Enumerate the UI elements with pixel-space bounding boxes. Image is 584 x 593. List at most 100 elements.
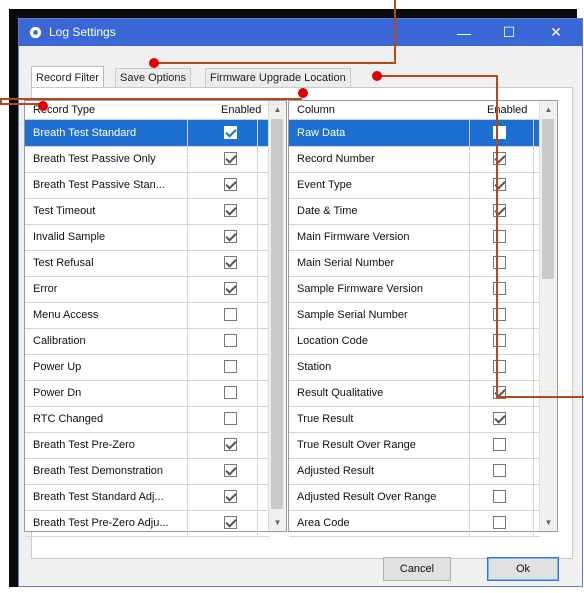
enabled-checkbox[interactable] [224, 126, 237, 139]
tab-firmware-upgrade-location[interactable]: Firmware Upgrade Location [205, 68, 351, 88]
chevron-up-icon[interactable]: ▲ [269, 101, 286, 118]
enabled-checkbox[interactable] [493, 282, 506, 295]
table-row[interactable]: Power Dn [25, 380, 269, 407]
table-row[interactable]: Calibration [25, 328, 269, 355]
table-row[interactable]: Breath Test Demonstration [25, 458, 269, 485]
column-column-header[interactable]: Column [297, 104, 335, 116]
table-row[interactable]: Sample Serial Number [289, 302, 540, 329]
enabled-checkbox[interactable] [224, 230, 237, 243]
enabled-checkbox[interactable] [224, 178, 237, 191]
cancel-button[interactable]: Cancel [383, 557, 451, 581]
table-row[interactable]: Breath Test Pre-Zero Adju... [25, 510, 269, 537]
table-row[interactable]: Sample Firmware Version [289, 276, 540, 303]
enabled-checkbox[interactable] [493, 178, 506, 191]
enabled-checkbox[interactable] [224, 360, 237, 373]
column-divider [187, 328, 188, 354]
chevron-down-icon[interactable]: ▼ [269, 514, 286, 531]
enabled-checkbox[interactable] [224, 282, 237, 295]
row-label: Area Code [297, 517, 350, 529]
enabled-checkbox[interactable] [224, 490, 237, 503]
enabled-checkbox[interactable] [224, 308, 237, 321]
table-row[interactable]: True Result Over Range [289, 432, 540, 459]
enabled-checkbox[interactable] [224, 152, 237, 165]
table-row[interactable]: Breath Test Standard [25, 120, 269, 147]
column-divider [187, 198, 188, 224]
table-row[interactable]: Breath Test Passive Only [25, 146, 269, 173]
enabled-checkbox[interactable] [493, 126, 506, 139]
column-divider [257, 250, 258, 276]
record-type-grid[interactable]: Record Type Enabled Breath Test Standard… [24, 100, 287, 537]
table-row[interactable]: Test Refusal [25, 250, 269, 277]
table-row[interactable]: Result Qualitative [289, 380, 540, 407]
table-row[interactable]: Date & Time [289, 198, 540, 225]
table-row[interactable]: Error [25, 276, 269, 303]
table-row[interactable]: Power Up [25, 354, 269, 381]
tab-record-filter[interactable]: Record Filter [31, 66, 104, 89]
table-row[interactable]: Raw Data [289, 120, 540, 147]
chevron-up-icon[interactable]: ▲ [540, 101, 557, 118]
scroll-thumb[interactable] [271, 119, 283, 509]
table-row[interactable]: Menu Access [25, 302, 269, 329]
enabled-checkbox[interactable] [493, 490, 506, 503]
enabled-checkbox[interactable] [493, 152, 506, 165]
table-row[interactable]: Record Number [289, 146, 540, 173]
enabled-checkbox[interactable] [493, 412, 506, 425]
enabled-checkbox[interactable] [493, 256, 506, 269]
column-divider [469, 406, 470, 432]
table-row[interactable]: Adjusted Result Over Range [289, 484, 540, 511]
close-button[interactable]: ✕ [538, 19, 574, 46]
table-row[interactable]: Location Code [289, 328, 540, 355]
table-row[interactable]: RTC Changed [25, 406, 269, 433]
title-bar[interactable]: Log Settings — ☐ ✕ [19, 19, 582, 46]
tab-save-options[interactable]: Save Options [115, 68, 192, 88]
table-row[interactable]: Test Timeout [25, 198, 269, 225]
record-type-scrollbar[interactable]: ▲ ▼ [268, 101, 286, 531]
enabled-checkbox[interactable] [224, 464, 237, 477]
enabled-checkbox[interactable] [224, 412, 237, 425]
column-divider [469, 380, 470, 406]
column-divider [469, 172, 470, 198]
row-label: Adjusted Result [297, 465, 375, 477]
enabled-checkbox[interactable] [493, 334, 506, 347]
table-row[interactable]: Area Code [289, 510, 540, 537]
table-row[interactable]: Invalid Sample [25, 224, 269, 251]
table-row[interactable]: Main Serial Number [289, 250, 540, 277]
enabled-checkbox[interactable] [493, 204, 506, 217]
enabled-checkbox[interactable] [224, 438, 237, 451]
minimize-button[interactable]: — [446, 19, 482, 46]
column-divider [533, 120, 534, 146]
callout-line [496, 75, 498, 397]
table-row[interactable]: Breath Test Passive Stan... [25, 172, 269, 199]
enabled-checkbox[interactable] [493, 360, 506, 373]
row-label: Event Type [297, 179, 352, 191]
chevron-down-icon[interactable]: ▼ [540, 514, 557, 531]
column-enabled-header[interactable]: Enabled [487, 104, 527, 116]
table-row[interactable]: Breath Test Standard Adj... [25, 484, 269, 511]
scroll-thumb[interactable] [542, 119, 554, 279]
ok-button[interactable]: Ok [487, 557, 559, 581]
row-label: Breath Test Passive Only [33, 153, 156, 165]
enabled-checkbox[interactable] [224, 256, 237, 269]
record-type-enabled-header[interactable]: Enabled [221, 104, 261, 116]
enabled-checkbox[interactable] [493, 308, 506, 321]
column-divider [469, 458, 470, 484]
table-row[interactable]: Main Firmware Version [289, 224, 540, 251]
enabled-checkbox[interactable] [224, 516, 237, 529]
table-row[interactable]: True Result [289, 406, 540, 433]
table-row[interactable]: Event Type [289, 172, 540, 199]
maximize-button[interactable]: ☐ [491, 19, 527, 46]
enabled-checkbox[interactable] [493, 438, 506, 451]
enabled-checkbox[interactable] [224, 334, 237, 347]
enabled-checkbox[interactable] [224, 386, 237, 399]
enabled-checkbox[interactable] [493, 464, 506, 477]
column-grid[interactable]: Column Enabled Raw Data Record Number Even… [288, 100, 558, 537]
column-divider [257, 458, 258, 484]
table-row[interactable]: Station [289, 354, 540, 381]
table-row[interactable]: Adjusted Result [289, 458, 540, 485]
table-row[interactable]: Breath Test Pre-Zero [25, 432, 269, 459]
enabled-checkbox[interactable] [493, 230, 506, 243]
column-scrollbar[interactable]: ▲ ▼ [539, 101, 557, 531]
enabled-checkbox[interactable] [493, 516, 506, 529]
enabled-checkbox[interactable] [224, 204, 237, 217]
column-divider [187, 510, 188, 536]
